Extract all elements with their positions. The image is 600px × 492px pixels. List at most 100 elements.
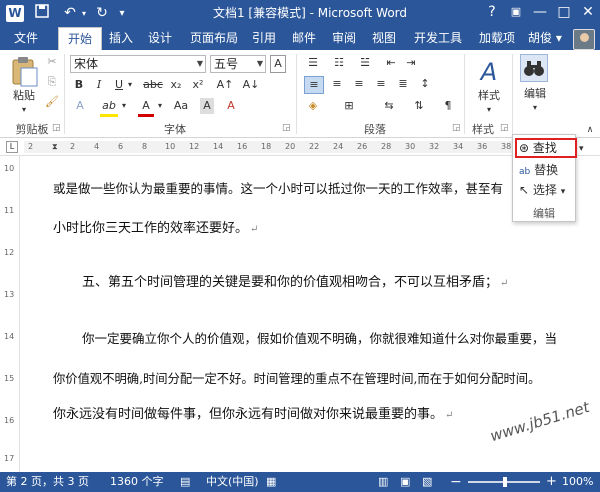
font-color-dropdown-icon[interactable]: ▾ (156, 98, 164, 114)
indent-marker-icon[interactable]: ⧗ (52, 141, 58, 153)
clipboard-launcher-icon[interactable]: ◲ (52, 123, 61, 133)
borders-icon[interactable]: ⊞ (340, 98, 358, 114)
styles-launcher-icon[interactable]: ◲ (500, 123, 509, 133)
styles-icon[interactable]: A (474, 58, 504, 86)
show-marks-icon[interactable]: ¶ (440, 98, 456, 114)
tab-design[interactable]: 设计 (142, 27, 178, 50)
web-layout-icon[interactable]: ▧ (422, 472, 432, 492)
replace-icon: ab (519, 167, 531, 177)
underline-dropdown-icon[interactable]: ▾ (126, 77, 134, 93)
font-launcher-icon[interactable]: ◲ (282, 123, 291, 133)
tab-references[interactable]: 引用 (248, 27, 280, 50)
undo-dropdown-icon[interactable]: ▾ (74, 4, 94, 23)
tab-view[interactable]: 视图 (368, 27, 400, 50)
bold-button[interactable]: B (72, 77, 86, 93)
increase-indent-icon[interactable]: ⇥ (402, 55, 420, 71)
decrease-indent-icon[interactable]: ⇤ (382, 55, 400, 71)
document-paragraph[interactable]: 你一定要确立你个人的价值观，假如价值观不明确，你就很难知道什么对你最重要，当 (82, 330, 557, 348)
collapse-ribbon-icon[interactable]: ∧ (584, 122, 596, 138)
distributed-icon[interactable]: ≣ (394, 76, 412, 92)
tab-mailings[interactable]: 邮件 (288, 27, 320, 50)
minimize-button[interactable]: — (528, 2, 552, 22)
tab-addins[interactable]: 加载项 (474, 27, 520, 50)
redo-icon[interactable]: ↻ (92, 4, 112, 23)
tab-insert[interactable]: 插入 (104, 27, 138, 50)
document-paragraph[interactable]: 五、第五个时间管理的关键是要和你的价值观相吻合，不可以互相矛盾； ↵ (82, 274, 508, 293)
tab-developer[interactable]: 开发工具 (410, 27, 466, 50)
horizontal-ruler[interactable]: L 2 ⧗ 2 4 6 8 10 12 14 16 18 20 22 24 26… (0, 138, 600, 156)
styles-dropdown-icon[interactable]: ▾ (470, 102, 508, 118)
font-size-combo[interactable]: 五号 ▼ (210, 55, 266, 73)
subscript-button[interactable]: x₂ (168, 77, 184, 93)
ribbon-options-button[interactable]: ▣ (504, 2, 528, 22)
cut-icon[interactable]: ✂ (44, 54, 60, 70)
zoom-out-button[interactable]: − (450, 472, 462, 492)
paragraph-launcher-icon[interactable]: ◲ (452, 123, 461, 133)
vertical-ruler[interactable]: 10 11 12 13 14 15 16 17 (0, 156, 20, 472)
justify-icon[interactable]: ≡ (372, 76, 390, 92)
tab-review[interactable]: 审阅 (328, 27, 360, 50)
zoom-in-button[interactable]: + (546, 472, 557, 492)
grow-font-button[interactable]: A↑ (214, 77, 236, 93)
select-button[interactable]: ↖ 选择 ▾ (519, 182, 565, 200)
document-paragraph[interactable]: 你永远没有时间做每件事，但你永远有时间做对你来说最重要的事。 ↵ (53, 406, 453, 425)
shading-icon[interactable]: ◈ (304, 98, 322, 114)
sort-icon[interactable]: ⇅ (410, 98, 428, 114)
numbering-icon[interactable]: ☷ (330, 55, 348, 71)
document-paragraph[interactable]: 或是做一些你认为最重要的事情。这一个小时可以抵过你一天的工作效率，甚至有 (53, 180, 503, 198)
superscript-button[interactable]: x² (190, 77, 206, 93)
language[interactable]: 中文(中国) (206, 472, 259, 492)
tab-layout[interactable]: 页面布局 (186, 27, 242, 50)
italic-button[interactable]: I (92, 77, 106, 93)
highlight-dropdown-icon[interactable]: ▾ (120, 98, 128, 114)
help-button[interactable]: ? (480, 2, 504, 22)
bullets-icon[interactable]: ☰ (304, 55, 322, 71)
word-count[interactable]: 1360 个字 (110, 472, 164, 492)
clear-formatting-button[interactable]: A (222, 98, 240, 114)
align-right-icon[interactable]: ≡ (350, 76, 368, 92)
align-left-icon[interactable]: ≡ (304, 76, 324, 94)
find-dropdown-icon[interactable]: ▾ (579, 141, 584, 157)
shrink-font-button[interactable]: A↓ (240, 77, 262, 93)
strikethrough-button[interactable]: abc (142, 77, 164, 93)
multilevel-list-icon[interactable]: ☱ (356, 55, 374, 71)
char-border-icon[interactable]: A (270, 55, 286, 73)
align-center-icon[interactable]: ≡ (328, 76, 346, 92)
binoculars-icon[interactable] (520, 54, 548, 82)
avatar[interactable] (573, 29, 595, 50)
document-paragraph[interactable]: 小时比你三天工作的效率还要好。 ↵ (53, 220, 258, 239)
print-layout-icon[interactable]: ▣ (400, 472, 410, 492)
save-icon[interactable] (32, 4, 52, 23)
read-mode-icon[interactable]: ▥ (378, 472, 388, 492)
user-name[interactable]: 胡俊 ▾ (528, 27, 562, 50)
customize-qat-icon[interactable]: ▾ (112, 4, 132, 23)
close-button[interactable]: ✕ (576, 2, 600, 22)
tab-selector[interactable]: L (6, 141, 18, 153)
format-painter-icon[interactable]: 🖌 (44, 94, 60, 110)
line-spacing-icon[interactable]: ↕ (416, 76, 434, 92)
maximize-button[interactable]: □ (552, 2, 576, 22)
ruler-number: 28 (381, 142, 392, 151)
font-name-combo[interactable]: 宋体 ▼ (70, 55, 206, 73)
macro-icon[interactable]: ▦ (266, 472, 276, 492)
font-color-button[interactable]: A (138, 98, 154, 117)
proofing-icon[interactable]: ▤ (180, 472, 190, 492)
tab-home[interactable]: 开始 (58, 27, 102, 50)
editing-dropdown-icon[interactable]: ▾ (520, 100, 550, 116)
underline-button[interactable]: U (112, 77, 126, 93)
document-paragraph[interactable]: 你价值观不明确,时间分配一定不好。时间管理的重点不在管理时间,而在于如何分配时间… (53, 370, 540, 388)
char-shading-button[interactable]: A (200, 98, 214, 114)
tab-file[interactable]: 文件 (0, 27, 52, 50)
zoom-slider-thumb[interactable] (503, 477, 507, 487)
chinese-layout-icon[interactable]: ⇆ (380, 98, 398, 114)
paste-icon[interactable] (8, 56, 40, 88)
text-effects-icon[interactable]: A (72, 98, 88, 114)
highlight-button[interactable]: ab (100, 98, 118, 117)
zoom-level[interactable]: 100% (562, 472, 593, 492)
copy-icon[interactable]: ⎘ (44, 74, 60, 90)
page-count[interactable]: 第 2 页，共 3 页 (6, 472, 89, 492)
replace-button[interactable]: ab 替换 (519, 162, 558, 180)
find-button[interactable]: ⊛ 查找 (515, 138, 577, 158)
change-case-button[interactable]: Aa (170, 98, 192, 114)
paste-dropdown-icon[interactable]: ▾ (8, 102, 40, 118)
